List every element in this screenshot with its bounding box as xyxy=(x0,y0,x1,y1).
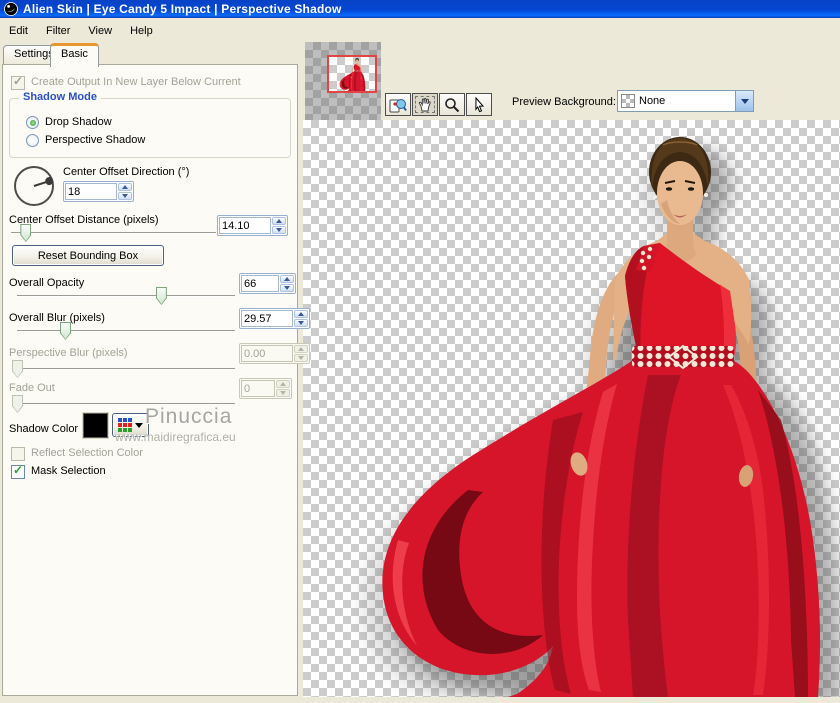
preview-canvas[interactable] xyxy=(303,120,840,697)
distance-slider[interactable] xyxy=(11,223,216,243)
distance-value-box xyxy=(217,215,288,236)
navigator-view-rect[interactable] xyxy=(327,55,377,93)
preview-background-value: None xyxy=(639,95,665,107)
perspective-blur-value-box xyxy=(239,343,310,364)
menu-view[interactable]: View xyxy=(79,22,121,40)
perspective-blur-slider-thumb xyxy=(12,360,23,378)
shadow-color-swatch[interactable] xyxy=(83,413,108,438)
preview-background-dropdown[interactable]: None xyxy=(617,90,754,112)
watermark-name: Pinuccia xyxy=(145,405,232,429)
distance-spin-up-icon[interactable] xyxy=(272,217,286,225)
perspective-blur-spin-up-icon xyxy=(294,345,308,353)
mask-selection-label[interactable]: Mask Selection xyxy=(31,465,106,477)
dial-pointer[interactable] xyxy=(34,180,50,187)
perspective-shadow-label[interactable]: Perspective Shadow xyxy=(45,134,145,146)
fade-out-label: Fade Out xyxy=(9,382,55,394)
shadow-mode-group: Shadow Mode Drop Shadow Perspective Shad… xyxy=(9,98,291,158)
plugin-window: Alien Skin | Eye Candy 5 Impact | Perspe… xyxy=(0,0,840,703)
compare-tool-button[interactable] xyxy=(385,93,411,116)
opacity-slider-track[interactable] xyxy=(17,295,235,297)
fade-out-spin-up-icon xyxy=(276,380,290,388)
shadow-mode-title: Shadow Mode xyxy=(19,91,101,103)
preview-background-label: Preview Background: xyxy=(512,96,616,108)
alien-skin-logo-icon xyxy=(4,2,18,16)
preview-navigator[interactable] xyxy=(305,42,381,120)
blur-spin-down-icon[interactable] xyxy=(294,319,308,327)
blur-spin-up-icon[interactable] xyxy=(294,310,308,318)
tab-basic[interactable]: Basic xyxy=(50,43,99,67)
watermark-url: www.maidiregrafica.eu xyxy=(115,430,236,444)
direction-value-box xyxy=(63,181,134,202)
chevron-down-icon xyxy=(135,423,143,428)
reflect-selection-label: Reflect Selection Color xyxy=(31,447,143,459)
fade-out-value-box xyxy=(239,378,292,399)
magnifier-icon xyxy=(444,97,460,113)
menu-help[interactable]: Help xyxy=(121,22,162,40)
direction-input[interactable] xyxy=(65,183,117,200)
direction-label: Center Offset Direction (°) xyxy=(63,166,189,178)
distance-input[interactable] xyxy=(219,217,271,234)
opacity-slider-thumb[interactable] xyxy=(156,287,167,305)
perspective-blur-input xyxy=(241,345,293,362)
distance-spin-down-icon[interactable] xyxy=(272,226,286,234)
menubar: Edit Filter View Help xyxy=(0,18,840,44)
fade-out-spin-down-icon xyxy=(276,389,290,397)
pan-tool-button[interactable] xyxy=(412,93,438,116)
titlebar: Alien Skin | Eye Candy 5 Impact | Perspe… xyxy=(0,0,840,18)
zoom-tool-button[interactable] xyxy=(439,93,465,116)
blur-input[interactable] xyxy=(241,310,293,327)
opacity-value-box xyxy=(239,273,296,294)
dropdown-arrow-button[interactable] xyxy=(735,91,753,111)
window-title: Alien Skin | Eye Candy 5 Impact | Perspe… xyxy=(23,2,342,16)
compare-icon xyxy=(389,97,407,113)
menu-filter[interactable]: Filter xyxy=(37,22,79,40)
drop-shadow-radio[interactable] xyxy=(26,116,39,129)
reset-bounding-box-button[interactable]: Reset Bounding Box xyxy=(12,245,164,266)
blur-slider-track[interactable] xyxy=(17,330,235,332)
blur-slider[interactable] xyxy=(17,321,235,341)
opacity-spin-down-icon[interactable] xyxy=(280,284,294,292)
perspective-blur-slider-track xyxy=(17,368,235,370)
drop-shadow-label[interactable]: Drop Shadow xyxy=(45,116,112,128)
distance-slider-thumb[interactable] xyxy=(20,224,31,242)
blur-slider-thumb[interactable] xyxy=(60,322,71,340)
reflect-selection-checkbox xyxy=(11,447,25,461)
direction-dial[interactable] xyxy=(14,166,54,206)
transparency-swatch-icon xyxy=(621,94,635,108)
blur-value-box xyxy=(239,308,310,329)
cursor-arrow-icon xyxy=(472,97,486,113)
opacity-spin-up-icon[interactable] xyxy=(280,275,294,283)
menu-edit[interactable]: Edit xyxy=(0,22,37,40)
perspective-blur-slider xyxy=(17,359,235,379)
settings-panel: Create Output In New Layer Below Current… xyxy=(2,64,298,696)
preview-render xyxy=(303,120,840,697)
perspective-blur-label: Perspective Blur (pixels) xyxy=(9,347,128,359)
direction-spin-down-icon[interactable] xyxy=(118,192,132,200)
perspective-blur-spin-down-icon xyxy=(294,354,308,362)
pan-hand-icon xyxy=(417,97,433,113)
cursor-tool-button[interactable] xyxy=(466,93,492,116)
fade-out-input xyxy=(241,380,275,397)
mask-selection-checkbox[interactable] xyxy=(11,465,25,479)
shadow-color-label: Shadow Color xyxy=(9,423,78,435)
direction-spin-up-icon[interactable] xyxy=(118,183,132,191)
chevron-down-icon xyxy=(741,99,749,104)
opacity-slider[interactable] xyxy=(17,286,235,306)
navigator-thumbnail xyxy=(329,57,375,91)
perspective-shadow-radio[interactable] xyxy=(26,134,39,147)
create-output-checkbox xyxy=(11,76,25,90)
distance-slider-track[interactable] xyxy=(11,232,216,234)
fade-out-slider-thumb xyxy=(12,395,23,413)
opacity-input[interactable] xyxy=(241,275,279,292)
create-output-label: Create Output In New Layer Below Current xyxy=(31,76,241,88)
